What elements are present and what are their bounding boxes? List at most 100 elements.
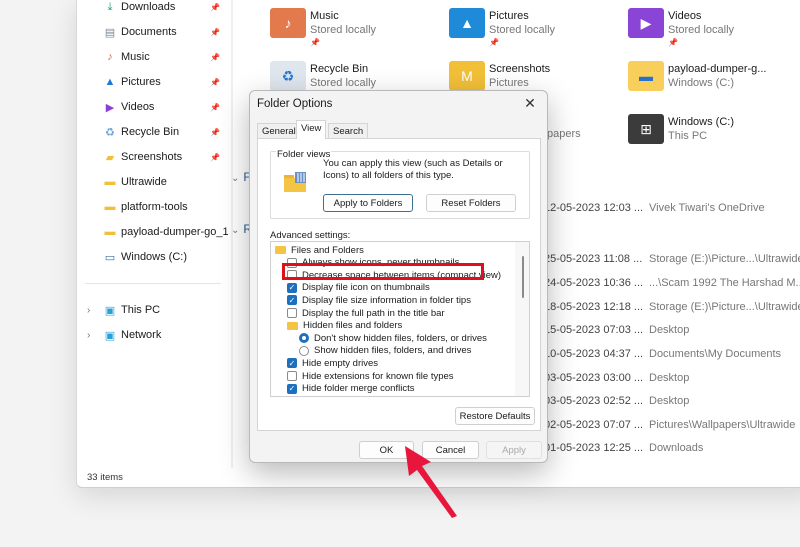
pin-icon[interactable]: 📌 [210,103,220,112]
pin-icon[interactable]: 📌 [210,153,220,162]
setting-label: Always show icons, never thumbnails [302,257,460,269]
date-modified: 03-05-2023 02:52 ... [544,395,644,407]
setting-label: Hidden files and folders [303,320,403,332]
music-folder-icon: ♪ [270,8,306,38]
checkbox[interactable]: ✓ [287,295,297,306]
pin-icon[interactable]: 📌 [210,128,220,137]
screenshots-folder-icon: ▰ [105,151,115,164]
chevron-right-icon[interactable]: › [87,305,90,316]
setting-radio[interactable]: Show hidden files, folders, and drives [299,345,471,357]
checkbox[interactable] [287,270,297,281]
folder-views-icon [284,171,308,193]
quick-access-tile[interactable]: ▶ Videos Stored locally 📌 [628,8,798,52]
screenshots-folder-icon: M [449,61,485,91]
sidebar-item-label: Documents [121,26,177,38]
quick-access-tile[interactable]: ⊞ Windows (C:) This PC [628,114,798,158]
pictures-icon: ▲ [104,76,116,88]
sidebar-item-documents[interactable]: ▤ Documents 📌 [77,21,227,43]
checkbox[interactable] [287,257,297,268]
folder-icon: ▬ [628,61,664,91]
sidebar-item-label: Music [121,51,150,63]
tab-general[interactable]: General [257,123,301,138]
scrollbar-thumb[interactable] [522,256,524,298]
apply-to-folders-button[interactable]: Apply to Folders [323,194,413,212]
setting-label: Show hidden files, folders, and drives [314,345,472,357]
setting-checkbox[interactable]: ✓ Display file icon on thumbnails [287,282,430,294]
checkbox[interactable] [287,308,297,318]
apply-button[interactable]: Apply [486,441,542,459]
sidebar-item-platform-tools[interactable]: ▬ platform-tools [77,196,227,218]
sidebar-item-pictures[interactable]: ▲ Pictures 📌 [77,71,227,93]
recycle-bin-icon: ♻ [105,126,115,139]
pin-icon[interactable]: 📌 [210,53,220,62]
tile-subtitle: Stored locally [489,24,556,36]
checkbox[interactable]: ✓ [287,282,297,293]
drive-icon: ▭ [104,251,116,264]
navigation-pane: ⤓ Downloads 📌 ▤ Documents 📌 ♪ Music 📌 ▲ Pictures 📌 ▶… [77,0,231,468]
setting-label: Display the full path in the title bar [302,307,445,319]
checkbox[interactable]: ✓ [287,358,297,369]
tree-scrollbar[interactable] [515,242,529,396]
checkbox[interactable] [287,371,297,381]
pictures-folder-icon: ▲ [449,8,485,38]
quick-access-tile[interactable]: ▬ payload-dumper-g... Windows (C:) [628,61,798,105]
sidebar-item-windows-c-[interactable]: ▭ Windows (C:) [77,246,227,268]
close-icon[interactable]: ✕ [520,94,540,112]
checkbox[interactable]: ✓ [287,383,297,394]
sidebar-item-network[interactable]: › ▣ Network [77,324,227,346]
setting-label: Display file size information in folder … [302,294,471,306]
tab-view[interactable]: View [296,120,327,139]
setting-label: Hide extensions for known file types [302,370,454,382]
date-modified: 25-05-2023 11:08 ... [544,253,643,265]
sidebar-item-ultrawide[interactable]: ▬ Ultrawide [77,171,227,193]
sidebar-item-this-pc[interactable]: › ▣ This PC [77,299,227,321]
date-modified: 02-05-2023 07:07 ... [544,419,644,431]
setting-checkbox[interactable]: ✓ Hide folder merge conflicts [287,383,414,395]
setting-checkbox[interactable]: Display the full path in the title bar [287,307,445,319]
sidebar-item-screenshots[interactable]: ▰ Screenshots 📌 [77,146,227,168]
folder-options-dialog: Folder Options ✕ General View Search Fol… [249,90,548,463]
folder-views-group: Folder views You can apply this view (su… [270,149,530,219]
sidebar-item-payload-dumper-go-1[interactable]: ▬ payload-dumper-go_1 [77,221,229,243]
date-modified: 15-05-2023 07:03 ... [544,324,644,336]
pin-icon[interactable]: 📌 [210,3,220,12]
radio-button[interactable] [299,333,309,344]
tile-name: Videos [668,10,702,22]
folder-icon: ▬ [104,201,116,213]
status-bar-item-count: 33 items [87,472,123,483]
setting-radio[interactable]: Don't show hidden files, folders, or dri… [299,332,487,344]
reset-folders-button[interactable]: Reset Folders [426,194,516,212]
folder-icon [287,321,298,330]
setting-label: Display file icon on thumbnails [302,282,430,294]
partial-location-text: papers [547,128,581,140]
file-location: Downloads [649,442,704,454]
tile-name: Recycle Bin [310,63,369,75]
sidebar-item-label: payload-dumper-go_1 [121,226,229,238]
setting-checkbox[interactable]: Always show icons, never thumbnails [287,257,459,269]
sidebar-item-music[interactable]: ♪ Music 📌 [77,46,227,68]
pin-icon[interactable]: 📌 [210,28,220,37]
sidebar-item-recycle-bin[interactable]: ♻ Recycle Bin 📌 [77,121,227,143]
sidebar-separator [85,283,221,284]
date-modified: 10-05-2023 04:37 ... [544,348,644,360]
date-modified: 24-05-2023 10:36 ... [544,277,644,289]
pin-icon[interactable]: 📌 [210,78,220,87]
advanced-settings-tree: Files and Folders Always show icons, neve… [270,241,530,397]
tile-subtitle: Windows (C:) [668,77,735,89]
setting-checkbox[interactable]: ✓ Display file size information in folder… [287,294,471,306]
quick-access-tile[interactable]: ▲ Pictures Stored locally 📌 [449,8,619,52]
chevron-right-icon[interactable]: › [87,330,90,341]
sidebar-item-downloads[interactable]: ⤓ Downloads 📌 [77,0,227,18]
restore-defaults-button[interactable]: Restore Defaults [455,407,535,425]
radio-button[interactable] [299,345,309,356]
arrow-annotation-icon [405,446,457,518]
sidebar-item-videos[interactable]: ▶ Videos 📌 [77,96,227,118]
setting-folder: Files and Folders [275,244,364,256]
chevron-down-icon: ⌄ [231,225,240,236]
tile-name: Pictures [489,10,529,22]
quick-access-tile[interactable]: ♪ Music Stored locally 📌 [270,8,440,52]
setting-checkbox[interactable]: Hide extensions for known file types [287,370,454,382]
tab-search[interactable]: Search [328,123,369,138]
setting-checkbox[interactable]: ✓ Hide empty drives [287,357,378,369]
setting-checkbox[interactable]: Decrease space between items (compact vi… [287,269,501,281]
